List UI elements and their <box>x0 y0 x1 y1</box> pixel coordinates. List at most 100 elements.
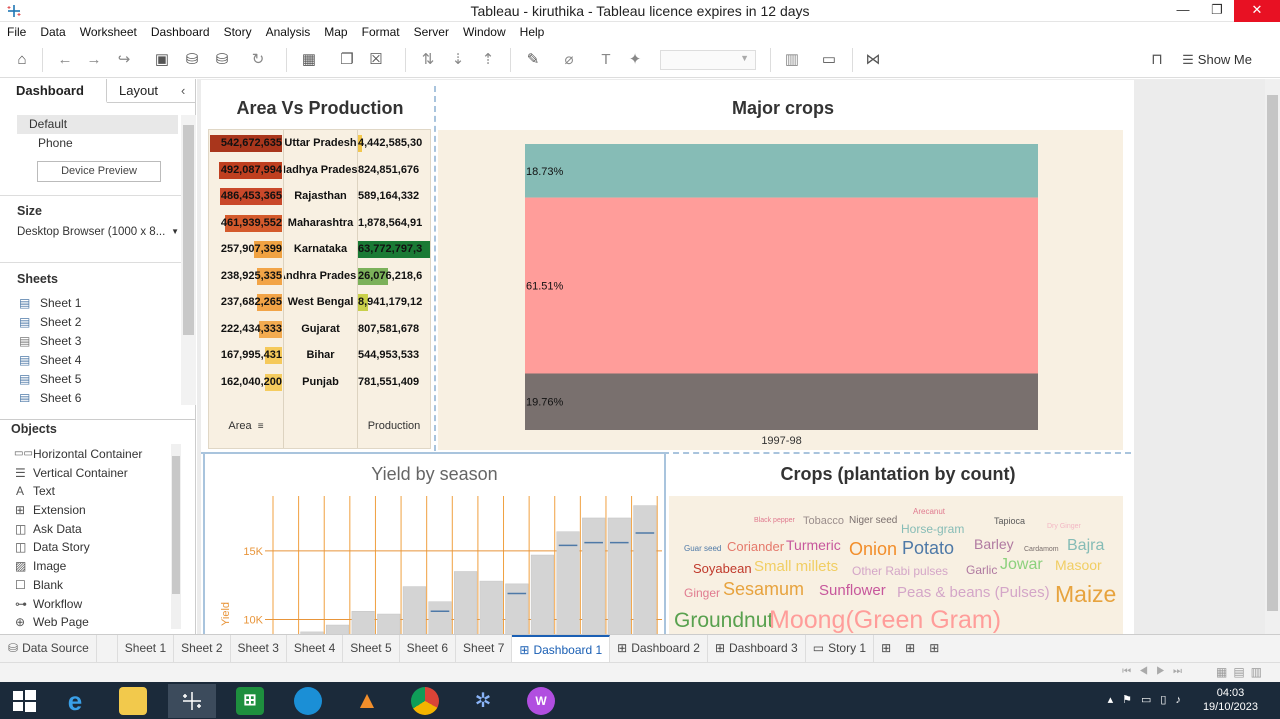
menu-server[interactable]: Server <box>414 25 449 39</box>
sheet-list-item-6[interactable]: ▤ Sheet 6 <box>0 389 196 402</box>
word-cloud-term[interactable]: Dry Ginger <box>1047 523 1081 530</box>
sheet-list-item-2[interactable]: ▤ Sheet 2 <box>0 313 196 332</box>
stacked-bar-segment[interactable] <box>525 373 1038 430</box>
minimize-button[interactable]: — <box>1166 0 1200 22</box>
table-row[interactable]: 238,925,335Andhra Pradesh26,076,218,6 <box>209 266 431 286</box>
tableau-taskbar-icon[interactable] <box>168 684 216 718</box>
table-row[interactable]: 542,672,635 Uttar Pradesh 4,442,585,30 <box>209 133 431 153</box>
object-workflow[interactable]: ⊶ Workflow <box>0 595 196 614</box>
yield-bar[interactable] <box>428 601 452 635</box>
device-default[interactable]: Default <box>17 115 178 134</box>
yield-bar[interactable] <box>633 505 657 635</box>
group-icon[interactable]: ⌀ <box>560 51 578 69</box>
menu-worksheet[interactable]: Worksheet <box>80 25 137 39</box>
word-cloud-term[interactable]: Groundnut <box>674 609 773 633</box>
area-column-header[interactable]: Area ≡ <box>209 420 283 432</box>
forward-icon[interactable]: → <box>85 51 103 69</box>
word-cloud-term[interactable]: Guar seed <box>684 544 721 553</box>
refresh-icon[interactable]: ↻ <box>249 51 267 69</box>
device-preview-button[interactable]: Device Preview <box>37 161 161 182</box>
tab-sheet-2[interactable]: Sheet 2 <box>174 634 231 663</box>
tab-sheet-1[interactable]: Sheet 1 <box>116 634 175 663</box>
wps-icon[interactable]: W <box>527 687 555 715</box>
yield-bar[interactable] <box>556 531 580 635</box>
pause-updates-icon[interactable]: ⛁ <box>213 51 231 69</box>
word-cloud-term[interactable]: Sesamum <box>723 579 804 600</box>
sheet-list-item-5[interactable]: ▤ Sheet 5 <box>0 370 196 389</box>
word-cloud-term[interactable]: Ginger <box>684 586 720 600</box>
word-cloud-term[interactable]: Moong(Green Gram) <box>769 606 1001 635</box>
word-cloud-term[interactable]: Barley <box>974 536 1014 552</box>
tab-story-1[interactable]: ▭ Story 1 <box>806 634 875 663</box>
yield-bar[interactable] <box>377 613 401 635</box>
tab-dashboard-2[interactable]: ⊞ Dashboard 2 <box>610 634 708 663</box>
word-cloud-term[interactable]: Potato <box>902 538 954 559</box>
presentation-icon[interactable]: ▭ <box>820 51 838 69</box>
word-cloud-term[interactable]: Coriander <box>727 539 784 554</box>
excel-icon[interactable]: ⊞ <box>236 687 264 715</box>
size-dropdown[interactable]: Desktop Browser (1000 x 8... ▼ <box>17 226 179 244</box>
highlight-icon[interactable]: ✎ <box>524 51 542 69</box>
tab-dashboard-1[interactable]: ⊞ Dashboard 1 <box>512 634 611 663</box>
anaconda-icon[interactable]: ✲ <box>469 687 497 715</box>
word-cloud-term[interactable]: Masoor <box>1055 557 1102 573</box>
yield-bar[interactable] <box>454 571 478 635</box>
new-dashboard-tab-icon[interactable]: ⊞ <box>898 635 922 663</box>
object-text[interactable]: A Text <box>0 482 196 501</box>
show-me-button[interactable]: ☰ Show Me <box>1182 52 1252 68</box>
word-cloud-term[interactable]: Horse-gram <box>901 522 964 536</box>
system-tray-icons[interactable]: ▴⚑▭▯♪ <box>1108 693 1190 706</box>
clear-sheet-icon[interactable]: ☒ <box>367 51 385 69</box>
fit-dropdown[interactable]: ▼ <box>660 50 756 70</box>
swap-icon[interactable]: ⇅ <box>419 51 437 69</box>
vlc-icon[interactable]: ▲ <box>353 687 381 715</box>
table-row[interactable]: 257,907,399 Karnataka 63,772,797,3 <box>209 239 431 259</box>
share-icon[interactable]: ⋈ <box>864 51 882 69</box>
dashboard-vertical-scrollbar[interactable] <box>1265 79 1280 634</box>
menu-story[interactable]: Story <box>224 25 252 39</box>
word-cloud-term[interactable]: Bajra <box>1067 537 1104 555</box>
objects-scrollbar[interactable] <box>171 444 181 629</box>
object-web-page[interactable]: ⊕ Web Page <box>0 613 196 632</box>
device-phone[interactable]: Phone <box>0 134 196 153</box>
yield-bar[interactable] <box>479 580 503 635</box>
table-row[interactable]: 167,995,431 Bihar 544,953,533 <box>209 345 431 365</box>
tab-navigation-arrows[interactable]: ⏮◀▶⏭ <box>1122 666 1190 677</box>
menu-dashboard[interactable]: Dashboard <box>151 25 210 39</box>
table-row[interactable]: 461,939,552 Maharashtra 1,878,564,91 <box>209 213 431 233</box>
chrome-icon[interactable] <box>411 687 439 715</box>
word-cloud-term[interactable]: Niger seed <box>849 515 897 526</box>
menu-file[interactable]: File <box>7 25 26 39</box>
new-worksheet-tab-icon[interactable]: ⊞ <box>874 635 898 663</box>
tab-sheet-3[interactable]: Sheet 3 <box>231 634 287 663</box>
object-ask-data[interactable]: ◫ Ask Data <box>0 520 196 539</box>
stacked-bar-segment[interactable] <box>525 144 1038 198</box>
sheet-list-item-1[interactable]: ▤ Sheet 1 <box>0 294 196 313</box>
word-cloud-term[interactable]: Black pepper <box>754 517 795 524</box>
file-explorer-icon[interactable] <box>119 687 147 715</box>
menu-map[interactable]: Map <box>324 25 347 39</box>
cards-icon[interactable]: ▥ <box>783 51 801 69</box>
tab-sheet-4[interactable]: Sheet 4 <box>287 634 344 663</box>
sort-descending-icon[interactable]: ⇡ <box>479 51 497 69</box>
internet-explorer-icon[interactable]: e <box>61 687 89 715</box>
yield-bar[interactable] <box>351 611 375 635</box>
menu-help[interactable]: Help <box>520 25 545 39</box>
home-icon[interactable]: ⌂ <box>13 51 31 69</box>
redo-icon[interactable]: ↪ <box>115 51 133 69</box>
new-story-tab-icon[interactable]: ⊞ <box>922 635 946 663</box>
word-cloud-term[interactable]: Tobacco <box>803 515 844 527</box>
collapse-panel-icon[interactable]: ‹ <box>181 83 185 98</box>
left-panel-scrollbar[interactable] <box>181 115 196 405</box>
stacked-bar-segment[interactable] <box>525 197 1038 374</box>
tab-sheet-6[interactable]: Sheet 6 <box>400 634 457 663</box>
tab-dashboard-3[interactable]: ⊞ Dashboard 3 <box>708 634 806 663</box>
back-icon[interactable]: ← <box>56 51 74 69</box>
word-cloud-term[interactable]: Other Rabi pulses <box>852 564 948 578</box>
yield-bar[interactable] <box>530 554 554 635</box>
edge-icon[interactable] <box>294 687 322 715</box>
word-cloud-term[interactable]: Jowar <box>1000 556 1043 574</box>
pin-icon[interactable]: ✦ <box>626 51 644 69</box>
yield-bar[interactable] <box>402 586 426 635</box>
menu-format[interactable]: Format <box>362 25 400 39</box>
